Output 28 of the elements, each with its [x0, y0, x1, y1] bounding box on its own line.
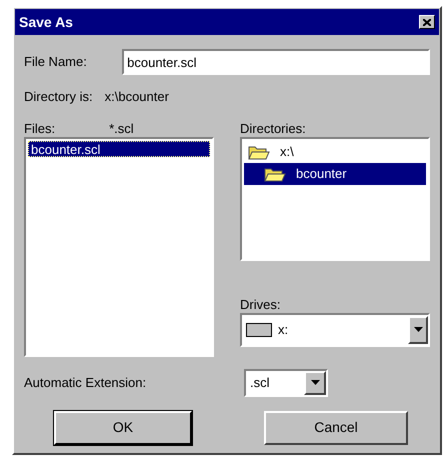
folder-icon	[248, 144, 270, 160]
dropdown-button[interactable]	[408, 316, 428, 344]
drive-value: x:	[278, 320, 290, 339]
file-name-field[interactable]: bcounter.scl	[122, 49, 430, 75]
caret-icon	[414, 327, 422, 332]
dialog-button[interactable]: Cancel	[264, 410, 408, 444]
file-item[interactable]: bcounter.scl	[28, 140, 210, 156]
files-label: Files:	[24, 120, 56, 136]
caret-icon	[310, 380, 320, 385]
dropdown-button[interactable]	[304, 370, 326, 394]
extension-dropdown[interactable]: .scl	[244, 368, 328, 396]
drives-dropdown[interactable]: x:	[240, 312, 430, 346]
file-filter: *.scl	[109, 120, 134, 136]
window-title: Save As	[19, 12, 73, 32]
directories-label: Directories:	[240, 120, 307, 136]
drive-icon	[246, 322, 272, 336]
close-button[interactable]	[419, 15, 435, 29]
field-label: File Name:	[24, 53, 88, 72]
close-icon	[423, 18, 431, 26]
extension-label: Automatic Extension:	[24, 374, 148, 392]
extension-value: .scl	[250, 374, 270, 392]
folder-icon	[264, 166, 286, 182]
directory-label: Directory is:	[24, 88, 93, 106]
drives-label: Drives:	[240, 296, 282, 312]
dialog-button[interactable]: OK	[54, 410, 192, 444]
directory-item[interactable]: x:\	[244, 140, 426, 162]
directory-path: x:\bcounter	[104, 88, 169, 106]
directory-item[interactable]: bcounter	[244, 162, 426, 184]
